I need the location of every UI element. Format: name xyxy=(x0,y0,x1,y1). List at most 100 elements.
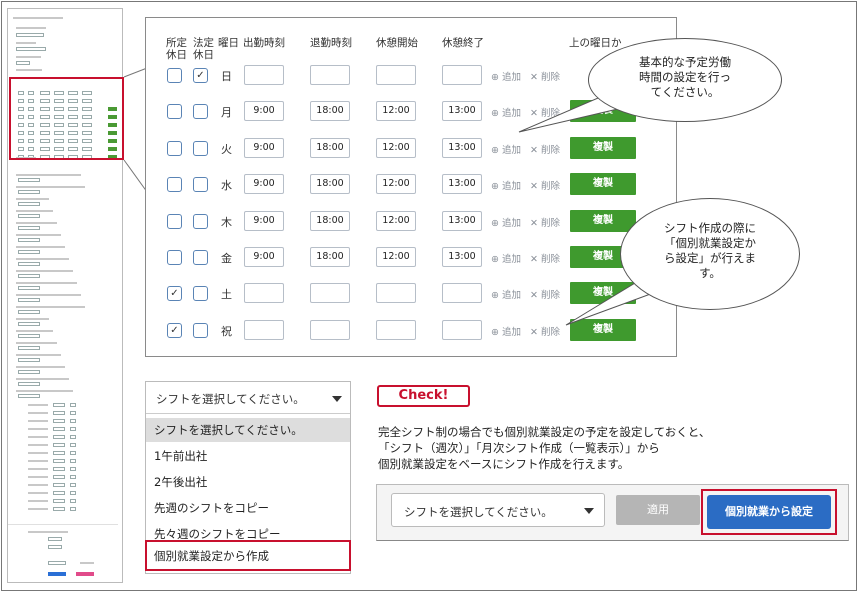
break-end-input[interactable]: 13:00 xyxy=(442,247,482,267)
thumbnail-mark xyxy=(80,562,94,564)
dropdown-option[interactable]: シフトを選択してください。 xyxy=(146,418,350,442)
end-time-input[interactable]: 18:00 xyxy=(310,174,350,194)
end-time-input[interactable] xyxy=(310,320,350,340)
start-time-input[interactable] xyxy=(244,283,284,303)
delete-break-button[interactable]: ✕ 削除 xyxy=(530,324,560,338)
delete-break-button[interactable]: ✕ 削除 xyxy=(530,287,560,301)
break-start-input[interactable]: 12:00 xyxy=(376,174,416,194)
add-break-button[interactable]: ⊕ 追加 xyxy=(491,287,521,301)
legal-holiday-checkbox[interactable] xyxy=(193,214,208,229)
caret-down-icon[interactable] xyxy=(332,396,342,402)
thumbnail-mark xyxy=(48,561,66,565)
schedule-row: 金 9:00 18:00 12:00 13:00 ⊕ 追加 ✕ 削除 複製 xyxy=(146,246,676,273)
thumbnail-mark xyxy=(16,330,53,332)
break-start-input[interactable] xyxy=(376,320,416,340)
fixed-holiday-checkbox[interactable]: ✓ xyxy=(167,286,182,301)
end-time-input[interactable] xyxy=(310,65,350,85)
delete-break-button[interactable]: ✕ 削除 xyxy=(530,215,560,229)
break-end-input[interactable] xyxy=(442,283,482,303)
start-time-input[interactable]: 9:00 xyxy=(244,174,284,194)
break-end-input[interactable]: 13:00 xyxy=(442,138,482,158)
thumbnail-mark xyxy=(70,419,76,423)
add-break-button[interactable]: ⊕ 追加 xyxy=(491,215,521,229)
fixed-holiday-checkbox[interactable] xyxy=(167,250,182,265)
break-start-input[interactable]: 12:00 xyxy=(376,138,416,158)
start-time-input[interactable]: 9:00 xyxy=(244,138,284,158)
add-break-button[interactable]: ⊕ 追加 xyxy=(491,142,521,156)
end-time-input[interactable]: 18:00 xyxy=(310,101,350,121)
thumbnail-mark xyxy=(28,500,48,502)
break-start-input[interactable]: 12:00 xyxy=(376,211,416,231)
start-time-input[interactable]: 9:00 xyxy=(244,247,284,267)
end-time-input[interactable]: 18:00 xyxy=(310,211,350,231)
thumbnail-mark xyxy=(18,394,40,398)
delete-break-button[interactable]: ✕ 削除 xyxy=(530,142,560,156)
copy-button[interactable]: 複製 xyxy=(570,282,636,304)
apply-button[interactable]: 適用 xyxy=(616,495,700,525)
break-end-input[interactable]: 13:00 xyxy=(442,174,482,194)
end-time-input[interactable]: 18:00 xyxy=(310,138,350,158)
thumbnail-mark xyxy=(53,459,65,463)
header-weekday: 曜日 xyxy=(218,37,239,49)
thumbnail-mark xyxy=(18,286,40,290)
legal-holiday-checkbox[interactable]: ✓ xyxy=(193,68,208,83)
copy-button[interactable]: 複製 xyxy=(570,137,636,159)
schedule-row: ✓ 祝 ⊕ 追加 ✕ 削除 複製 xyxy=(146,319,676,346)
delete-break-button[interactable]: ✕ 削除 xyxy=(530,69,560,83)
end-time-input[interactable]: 18:00 xyxy=(310,247,350,267)
thumbnail-mark xyxy=(28,531,68,533)
legal-holiday-checkbox[interactable] xyxy=(193,177,208,192)
legal-holiday-checkbox[interactable] xyxy=(193,141,208,156)
add-break-button[interactable]: ⊕ 追加 xyxy=(491,324,521,338)
thumbnail-mark xyxy=(28,508,48,510)
delete-break-button[interactable]: ✕ 削除 xyxy=(530,105,560,119)
legal-holiday-checkbox[interactable] xyxy=(193,286,208,301)
delete-break-button[interactable]: ✕ 削除 xyxy=(530,178,560,192)
break-start-input[interactable]: 12:00 xyxy=(376,101,416,121)
thumbnail-mark xyxy=(13,17,63,19)
copy-button[interactable]: 複製 xyxy=(570,319,636,341)
copy-button[interactable]: 複製 xyxy=(570,173,636,195)
thumbnail-mark xyxy=(53,427,65,431)
thumbnail-mark xyxy=(48,537,62,541)
break-end-input[interactable]: 13:00 xyxy=(442,101,482,121)
legal-holiday-checkbox[interactable] xyxy=(193,323,208,338)
thumbnail-mark xyxy=(16,342,57,344)
add-break-button[interactable]: ⊕ 追加 xyxy=(491,251,521,265)
dropdown-option[interactable]: 1午前出社 xyxy=(146,444,350,468)
dropdown-option[interactable]: 2午後出社 xyxy=(146,470,350,494)
shift-dropdown-header[interactable]: シフトを選択してください。 xyxy=(146,382,350,414)
thumbnail-mark xyxy=(70,491,76,495)
legal-holiday-checkbox[interactable] xyxy=(193,104,208,119)
thumbnail-mark xyxy=(16,234,61,236)
add-break-button[interactable]: ⊕ 追加 xyxy=(491,69,521,83)
start-time-input[interactable]: 9:00 xyxy=(244,211,284,231)
fixed-holiday-checkbox[interactable] xyxy=(167,141,182,156)
fixed-holiday-checkbox[interactable] xyxy=(167,214,182,229)
break-start-input[interactable] xyxy=(376,283,416,303)
thumbnail-mark xyxy=(53,435,65,439)
add-break-button[interactable]: ⊕ 追加 xyxy=(491,105,521,119)
check-line: 個別就業設定をベースにシフト作成を行えます。 xyxy=(378,457,630,471)
fixed-holiday-checkbox[interactable]: ✓ xyxy=(167,323,182,338)
shift-select[interactable]: シフトを選択してください。 xyxy=(391,493,605,527)
legal-holiday-checkbox[interactable] xyxy=(193,250,208,265)
thumbnail-mark xyxy=(16,270,73,272)
end-time-input[interactable] xyxy=(310,283,350,303)
fixed-holiday-checkbox[interactable] xyxy=(167,68,182,83)
start-time-input[interactable] xyxy=(244,65,284,85)
break-end-input[interactable] xyxy=(442,320,482,340)
break-start-input[interactable] xyxy=(376,65,416,85)
fixed-holiday-checkbox[interactable] xyxy=(167,104,182,119)
delete-break-button[interactable]: ✕ 削除 xyxy=(530,251,560,265)
add-break-button[interactable]: ⊕ 追加 xyxy=(491,178,521,192)
set-from-individual-button[interactable]: 個別就業から設定 xyxy=(707,495,831,529)
start-time-input[interactable] xyxy=(244,320,284,340)
break-start-input[interactable]: 12:00 xyxy=(376,247,416,267)
break-end-input[interactable]: 13:00 xyxy=(442,211,482,231)
dropdown-option[interactable]: 先週のシフトをコピー xyxy=(146,496,350,520)
fixed-holiday-checkbox[interactable] xyxy=(167,177,182,192)
break-end-input[interactable] xyxy=(442,65,482,85)
caret-down-icon[interactable] xyxy=(584,508,594,514)
start-time-input[interactable]: 9:00 xyxy=(244,101,284,121)
